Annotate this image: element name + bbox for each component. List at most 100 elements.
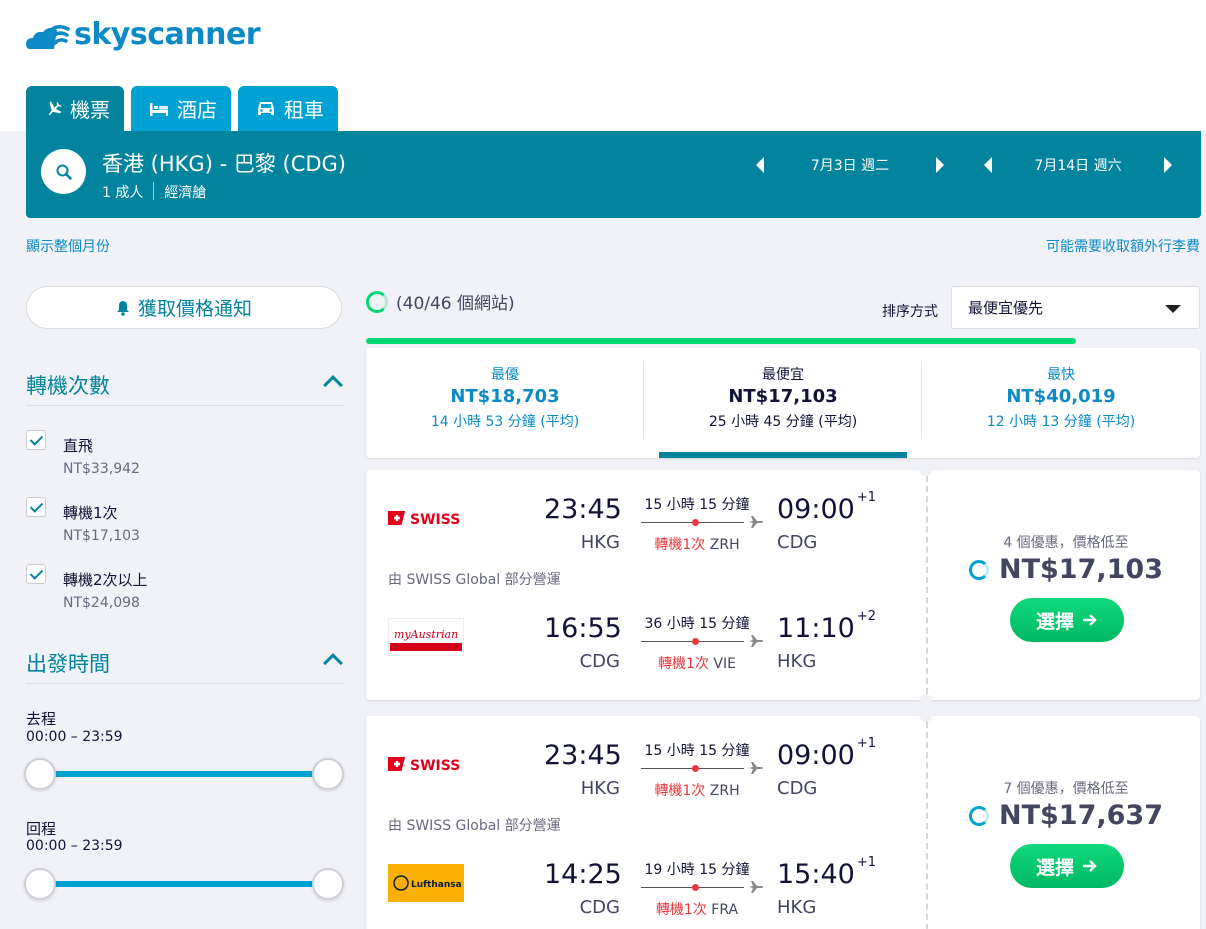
loading-spinner-icon (969, 559, 989, 580)
next-return-date-button[interactable] (1164, 157, 1172, 173)
next-depart-date-button[interactable] (936, 157, 944, 173)
operated-by: 由 SWISS Global 部分營運 (388, 818, 561, 834)
select-label: 選擇 (1035, 856, 1074, 879)
inbound-arrive: 11:10 +2 (777, 609, 876, 644)
return-label: 回程 (26, 820, 57, 838)
divider (153, 182, 155, 200)
times-filter-title: 出發時間 (26, 652, 110, 676)
deals-count: 7 個優惠，價格低至 (1003, 781, 1129, 797)
stop-dot (692, 638, 699, 645)
loading-spinner-icon (969, 805, 989, 826)
via-airport: FRA (711, 902, 739, 918)
return-range: 00:00 – 23:59 (26, 838, 123, 854)
stops-count: 轉機1次 (655, 902, 707, 918)
chevron-up-icon[interactable] (323, 653, 343, 673)
outbound-arrive-time: 09:00 (777, 740, 855, 771)
price-value: NT$17,637 (999, 800, 1163, 831)
times-filter-header[interactable]: 出發時間 (26, 648, 344, 684)
austrian-airline-logo: myAustrian (387, 617, 465, 660)
svg-text:myAustrian: myAustrian (394, 628, 458, 641)
stops-filter-header[interactable]: 轉機次數 (26, 370, 344, 406)
chevron-up-icon[interactable] (323, 375, 343, 395)
prev-depart-date-button[interactable] (756, 157, 764, 173)
outbound-slider-track[interactable] (40, 771, 328, 777)
summary-title: 最便宜 (762, 367, 804, 383)
bell-icon (116, 300, 130, 316)
price: NT$17,103 (932, 554, 1200, 585)
direct-checkbox[interactable] (26, 430, 46, 450)
outbound-depart-code: HKG (580, 778, 620, 799)
result-card[interactable]: SWISS 23:45 HKG 15 小時 15 分鐘 轉機1次 ZRH 09:… (366, 470, 1200, 700)
inbound-duration: 36 小時 15 分鐘 (644, 616, 750, 632)
arrow-right-icon (1082, 613, 1098, 627)
show-month-link[interactable]: 顯示整個月份 (26, 236, 110, 256)
inbound-arrive-time: 15:40 (777, 859, 855, 890)
skyscanner-logo[interactable]: skyscanner (26, 17, 261, 52)
tab-car-hire[interactable]: 租車 (238, 86, 338, 131)
prev-return-date-button[interactable] (984, 157, 992, 173)
cloud-logo-icon (26, 24, 70, 49)
edit-search-button[interactable] (41, 149, 86, 194)
outbound-range: 00:00 – 23:59 (26, 729, 123, 745)
outbound-depart-code: HKG (580, 532, 620, 553)
deals-count: 4 個優惠，價格低至 (1003, 535, 1129, 551)
outbound-slider-end-handle[interactable] (312, 758, 344, 790)
day-offset: +1 (856, 736, 876, 751)
route-text[interactable]: 香港 (HKG) - 巴黎 (CDG) (102, 148, 346, 178)
select-button[interactable]: 選擇 (1010, 844, 1124, 888)
tab-hotels[interactable]: 酒店 (131, 86, 231, 131)
tab-label: 酒店 (177, 98, 217, 122)
tab-flights[interactable]: 機票 (26, 86, 124, 131)
price-alert-label: 獲取價格通知 (137, 298, 252, 320)
svg-text:SWISS: SWISS (410, 758, 460, 774)
summary-title: 最優 (491, 367, 519, 383)
return-slider-start-handle[interactable] (24, 868, 56, 900)
summary-fastest[interactable]: 最快 NT$40,019 12 小時 13 分鐘 (平均) (922, 348, 1200, 458)
summary-duration: 25 小時 45 分鐘 (平均) (708, 414, 858, 430)
ticket-divider (926, 476, 928, 694)
search-progress: (40/46 個網站) (366, 289, 515, 314)
summary-duration: 14 小時 53 分鐘 (平均) (430, 414, 580, 430)
one-stop-checkbox[interactable] (26, 497, 46, 517)
summary-price: NT$40,019 (1006, 386, 1116, 407)
sort-value: 最便宜優先 (968, 299, 1044, 317)
select-button[interactable]: 選擇 (1010, 598, 1124, 642)
passenger-info[interactable]: 1 成人 經濟艙 (102, 182, 206, 202)
plane-icon (748, 633, 764, 653)
return-slider-track[interactable] (40, 881, 328, 887)
stop-price: NT$17,103 (63, 528, 140, 544)
search-icon (56, 164, 72, 180)
result-card[interactable]: SWISS 23:45 HKG 15 小時 15 分鐘 轉機1次 ZRH 09:… (366, 716, 1200, 929)
inbound-duration: 19 小時 15 分鐘 (644, 862, 750, 878)
day-offset: +2 (856, 609, 876, 624)
day-offset: +1 (856, 855, 876, 870)
sort-select[interactable]: 最便宜優先 (951, 286, 1200, 329)
outbound-depart-time: 23:45 (544, 740, 622, 771)
depart-date[interactable]: 7月3日 週二 (764, 155, 936, 175)
two-plus-stops-checkbox[interactable] (26, 564, 46, 584)
return-date-picker: 7月14日 週六 (984, 153, 1172, 177)
baggage-fee-link[interactable]: 可能需要收取額外行李費 (1046, 236, 1200, 256)
summary-cheapest[interactable]: 最便宜 NT$17,103 25 小時 45 分鐘 (平均) (644, 348, 922, 458)
inbound-depart-time: 16:55 (544, 613, 622, 644)
loading-spinner-icon (366, 290, 388, 313)
day-offset: +1 (856, 490, 876, 505)
outbound-slider-start-handle[interactable] (24, 758, 56, 790)
outbound-duration: 15 小時 15 分鐘 (644, 743, 750, 759)
stop-label: 直飛 (63, 437, 94, 455)
outbound-label: 去程 (26, 710, 57, 728)
swiss-airline-logo: SWISS (383, 508, 462, 532)
stops-filter-title: 轉機次數 (26, 374, 110, 398)
stop-dot (692, 884, 699, 891)
summary-best[interactable]: 最優 NT$18,703 14 小時 53 分鐘 (平均) (366, 348, 644, 458)
return-date[interactable]: 7月14日 週六 (992, 155, 1164, 175)
outbound-stops: 轉機1次 ZRH (641, 780, 753, 800)
return-slider-end-handle[interactable] (312, 868, 344, 900)
outbound-arrive: 09:00 +1 (777, 736, 876, 771)
price-alert-button[interactable]: 獲取價格通知 (26, 286, 342, 329)
price: NT$17,637 (932, 800, 1200, 831)
outbound-arrive-code: CDG (777, 532, 818, 553)
plane-icon (748, 760, 764, 780)
chevron-down-icon (1165, 305, 1181, 313)
stop-dot (692, 519, 699, 526)
